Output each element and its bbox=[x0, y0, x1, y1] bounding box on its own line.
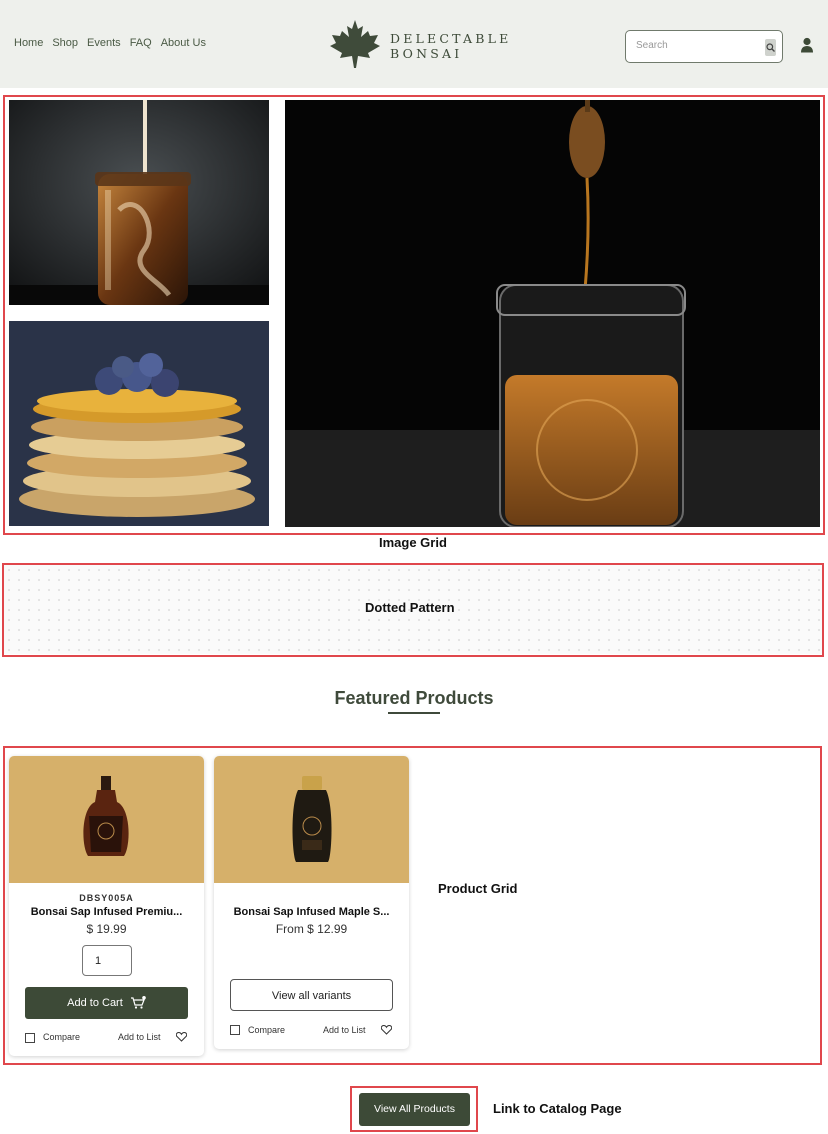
view-all-variants-button[interactable]: View all variants bbox=[230, 979, 393, 1011]
image-coffee-jar bbox=[9, 100, 269, 305]
search-input[interactable] bbox=[636, 40, 756, 51]
product-image[interactable] bbox=[214, 756, 409, 883]
product-card[interactable]: DBSY005A Bonsai Sap Infused Premiu... $ … bbox=[9, 756, 204, 1056]
compare-label: Compare bbox=[248, 1025, 286, 1035]
nav-home[interactable]: Home bbox=[14, 37, 43, 49]
annotation-image-grid: Image Grid bbox=[379, 535, 447, 550]
product-name[interactable]: Bonsai Sap Infused Premiu... bbox=[19, 906, 194, 918]
image-honey-jar bbox=[285, 100, 820, 527]
heart-icon[interactable] bbox=[381, 1025, 392, 1035]
quantity-input[interactable] bbox=[82, 945, 132, 976]
compare-checkbox[interactable] bbox=[25, 1033, 35, 1043]
search-box bbox=[625, 30, 783, 63]
add-to-cart-label: Add to Cart bbox=[67, 997, 123, 1009]
featured-products-title: Featured Products bbox=[334, 688, 494, 708]
product-price: From $ 12.99 bbox=[275, 922, 348, 936]
annotation-catalog-link: Link to Catalog Page bbox=[493, 1101, 622, 1116]
compare-checkbox[interactable] bbox=[230, 1025, 240, 1035]
brand-name-line2: BONSAI bbox=[390, 46, 463, 61]
product-image[interactable] bbox=[9, 756, 204, 883]
product-card[interactable]: Bonsai Sap Infused Maple S... From $ 12.… bbox=[214, 756, 409, 1049]
annotation-product-grid: Product Grid bbox=[438, 881, 518, 896]
heart-icon[interactable] bbox=[176, 1032, 187, 1042]
compare-label: Compare bbox=[43, 1032, 81, 1042]
add-to-list-link[interactable]: Add to List bbox=[118, 1032, 161, 1042]
brand-name-line1: DELECTABLE bbox=[390, 31, 512, 46]
main-nav: Home Shop Events FAQ About Us bbox=[14, 37, 206, 49]
search-icon bbox=[766, 43, 775, 52]
add-to-cart-button[interactable]: Add to Cart bbox=[25, 987, 188, 1019]
annotation-dotted-pattern: Dotted Pattern bbox=[365, 600, 455, 615]
product-sku: DBSY005A bbox=[79, 893, 134, 903]
product-name[interactable]: Bonsai Sap Infused Maple S... bbox=[224, 906, 399, 918]
nav-about-us[interactable]: About Us bbox=[161, 37, 206, 49]
add-to-list-link[interactable]: Add to List bbox=[323, 1025, 366, 1035]
brand-logo[interactable]: DELECTABLE BONSAI bbox=[328, 18, 508, 70]
nav-events[interactable]: Events bbox=[87, 37, 121, 49]
cart-icon bbox=[130, 996, 146, 1009]
user-account-icon[interactable] bbox=[800, 37, 814, 53]
image-pancake-stack bbox=[9, 321, 269, 526]
view-all-products-button[interactable]: View All Products bbox=[359, 1093, 470, 1126]
nav-shop[interactable]: Shop bbox=[52, 37, 78, 49]
search-button[interactable] bbox=[765, 39, 776, 56]
product-price: $ 19.99 bbox=[86, 922, 127, 936]
featured-title-underline bbox=[388, 712, 440, 714]
nav-faq[interactable]: FAQ bbox=[130, 37, 152, 49]
site-header: Home Shop Events FAQ About Us DELECTABLE… bbox=[0, 0, 828, 88]
maple-leaf-icon bbox=[330, 20, 380, 68]
